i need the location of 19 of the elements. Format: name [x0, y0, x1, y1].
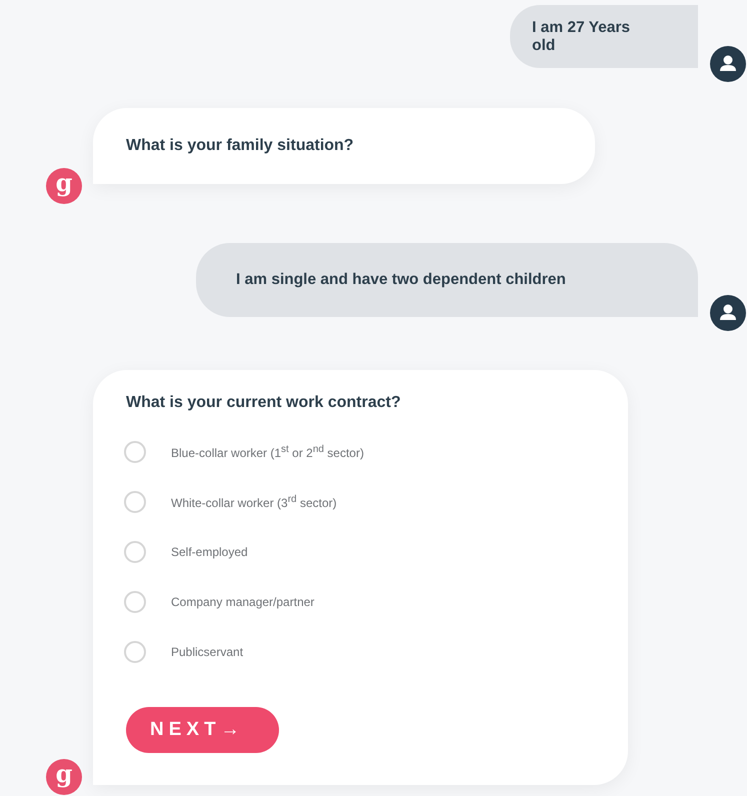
radio-button[interactable]	[124, 491, 146, 513]
user-avatar-icon	[710, 46, 746, 82]
option-label[interactable]: Blue-collar worker (1$^{st}$ or 2$^{nd}$ sector)	[171, 444, 364, 460]
option-label[interactable]: Self-employed	[171, 545, 248, 559]
radio-button[interactable]	[124, 591, 146, 613]
bot-avatar: g	[46, 168, 82, 204]
option-label[interactable]: Company manager/partner	[171, 595, 314, 609]
radio-button[interactable]	[124, 441, 146, 463]
option-label[interactable]: White-collar worker (3$^{rd}$ sector)	[171, 494, 337, 510]
message-bubble: What is your family situation?	[93, 108, 595, 184]
bot-avatar: g	[46, 759, 82, 795]
radio-button[interactable]	[124, 541, 146, 563]
radio-button[interactable]	[124, 641, 146, 663]
message-bubble: I am 27 Years old	[510, 5, 698, 68]
next-button[interactable]: NEXT→	[126, 707, 279, 753]
option-label[interactable]: Publicservant	[171, 645, 244, 659]
message-bubble: I am single and have two dependent children	[196, 243, 698, 317]
user-avatar-icon	[710, 295, 746, 331]
question-text: What is your current work contract?	[126, 394, 402, 412]
